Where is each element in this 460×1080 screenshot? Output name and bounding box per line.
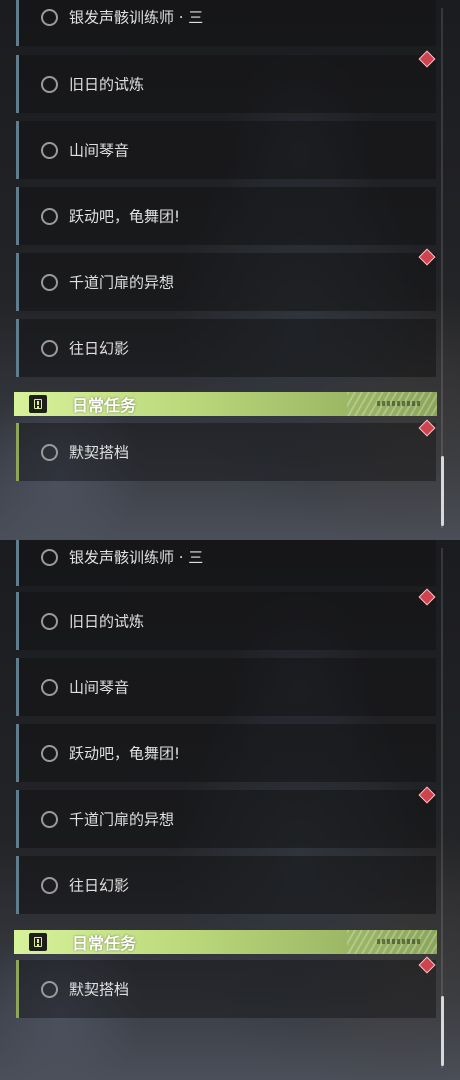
quest-item[interactable]: 往日幻影 [16,319,436,377]
daily-quest-item[interactable]: 默契搭档 [16,423,436,481]
circle-icon [41,679,58,696]
quest-label: 旧日的试炼 [69,75,145,94]
circle-icon [41,981,58,998]
circle-icon [41,811,58,828]
quest-label: 山间琴音 [69,141,130,160]
daily-quest-item[interactable]: 默契搭档 [16,960,436,1018]
exclamation-icon [29,933,47,951]
scrollbar-thumb[interactable] [441,996,444,1066]
exclamation-icon [29,395,47,413]
quest-label: 默契搭档 [69,980,130,999]
daily-section-header[interactable]: 日常任务 [14,392,437,416]
daily-section-header[interactable]: 日常任务 [14,930,437,954]
circle-icon [41,549,58,566]
quest-label: 旧日的试炼 [69,612,145,631]
quest-label: 跃动吧，龟舞团! [69,207,181,226]
quest-label: 山间琴音 [69,678,130,697]
quest-item[interactable]: 往日幻影 [16,856,436,914]
quest-label: 银发声骸训练师 · 三 [69,8,204,27]
scrollbar-thumb[interactable] [441,456,444,526]
section-title: 日常任务 [72,396,137,415]
quest-item[interactable]: 山间琴音 [16,121,436,179]
circle-icon [41,274,58,291]
quest-item[interactable]: 银发声骸训练师 · 三 [16,0,436,46]
header-decoration [377,939,421,944]
quest-label: 默契搭档 [69,443,130,462]
circle-icon [41,9,58,26]
circle-icon [41,745,58,762]
quest-label: 千道门扉的异想 [69,810,175,829]
quest-item[interactable]: 山间琴音 [16,658,436,716]
quest-item[interactable]: 跃动吧，龟舞团! [16,187,436,245]
quest-item[interactable]: 银发声骸训练师 · 三 [16,540,436,586]
circle-icon [41,340,58,357]
quest-label: 往日幻影 [69,339,130,358]
scrollbar-track[interactable] [441,8,443,528]
header-decoration [377,401,421,406]
quest-label: 千道门扉的异想 [69,273,175,292]
quest-item[interactable]: 跃动吧，龟舞团! [16,724,436,782]
quest-list-panel: 银发声骸训练师 · 三 旧日的试炼 山间琴音 跃动吧，龟舞团! 千道门扉的异想 … [0,540,460,1080]
circle-icon [41,877,58,894]
circle-icon [41,208,58,225]
scrollbar-track[interactable] [441,548,443,1068]
quest-item[interactable]: 千道门扉的异想 [16,790,436,848]
quest-item[interactable]: 旧日的试炼 [16,55,436,113]
circle-icon [41,444,58,461]
quest-item[interactable]: 旧日的试炼 [16,592,436,650]
circle-icon [41,76,58,93]
quest-label: 往日幻影 [69,876,130,895]
quest-item[interactable]: 千道门扉的异想 [16,253,436,311]
section-title: 日常任务 [72,934,137,953]
circle-icon [41,142,58,159]
circle-icon [41,613,58,630]
quest-label: 银发声骸训练师 · 三 [69,548,204,567]
quest-label: 跃动吧，龟舞团! [69,744,181,763]
quest-list-panel: 银发声骸训练师 · 三 旧日的试炼 山间琴音 跃动吧，龟舞团! 千道门扉的异想 … [0,0,460,540]
